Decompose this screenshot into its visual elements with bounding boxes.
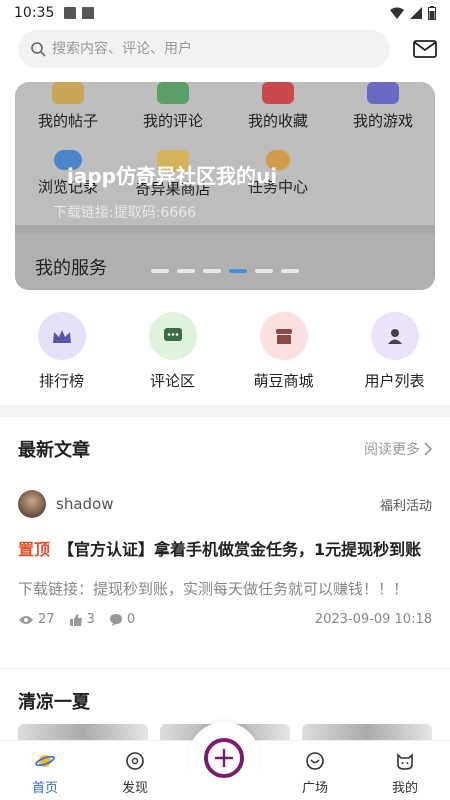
read-more-label: 阅读更多: [364, 442, 420, 458]
post-title[interactable]: 置顶 【官方认证】拿着手机做赏金任务，1元提现秒到账: [18, 536, 432, 560]
quick-label: 用户列表: [364, 372, 425, 390]
carousel-dot[interactable]: [151, 269, 169, 273]
banner-item-my-comments: 我的评论: [123, 82, 223, 131]
create-post-button[interactable]: [188, 722, 260, 794]
plus-icon: [204, 738, 244, 778]
banner-services-label: 我的服务: [35, 258, 107, 279]
summer-section-title: 清凉一夏: [18, 692, 90, 713]
banner-title: iapp仿奇异社区我的ui: [67, 164, 278, 188]
avatar[interactable]: [18, 490, 46, 518]
latest-articles-title: 最新文章: [18, 440, 90, 461]
eye-icon: [19, 615, 33, 624]
comments-stat[interactable]: 0: [109, 612, 135, 627]
search-box[interactable]: [18, 30, 390, 68]
banner-item-label: 我的收藏: [247, 112, 308, 130]
carousel-dot[interactable]: [203, 269, 221, 273]
banner-item-my-favorites: 我的收藏: [228, 82, 328, 131]
status-bar: 10:35: [0, 0, 450, 26]
compass-icon: [126, 752, 144, 770]
quick-item-rank[interactable]: 排行榜: [6, 312, 117, 391]
post-card[interactable]: shadow 福利活动 置顶 【官方认证】拿着手机做赏金任务，1元提现秒到账 下载…: [18, 490, 432, 627]
views-stat: 27: [18, 612, 55, 627]
comments-count: 0: [126, 612, 136, 627]
wifi-icon: [390, 7, 404, 19]
carousel-dot[interactable]: [177, 269, 195, 273]
font-icon: [82, 7, 95, 19]
tab-label: 首页: [31, 781, 58, 796]
tab-square[interactable]: 广场: [270, 741, 360, 800]
post-header: shadow 福利活动: [18, 490, 432, 518]
banner-item-my-posts: 我的帖子: [18, 82, 118, 131]
mail-icon: [413, 40, 437, 58]
shop-icon: [259, 312, 308, 360]
heart-icon: [262, 82, 294, 104]
banner-carousel[interactable]: 我的帖子 我的评论 我的收藏 我的游戏 浏览记录 奇异果商店 任务中心 iapp…: [15, 82, 435, 290]
section-divider: [0, 668, 450, 669]
section-divider: [0, 405, 450, 417]
quick-entries: 排行榜 评论区 萌豆商城 用户列表: [0, 312, 450, 391]
planet-icon: [35, 755, 55, 767]
quick-item-users[interactable]: 用户列表: [339, 312, 450, 391]
battery-icon: [428, 6, 436, 20]
comment-icon: [148, 312, 197, 360]
comments-icon: [157, 82, 189, 104]
image-icon: [64, 7, 77, 19]
views-count: 27: [38, 612, 55, 627]
quick-label: 萌豆商城: [253, 372, 314, 390]
quick-item-comments[interactable]: 评论区: [117, 312, 228, 391]
carousel-dot[interactable]: [255, 269, 273, 273]
post-date: 2023-09-09 10:18: [314, 612, 432, 627]
square-icon: [306, 752, 324, 770]
chevron-right-icon: [424, 442, 432, 456]
banner-item-label: 我的游戏: [352, 112, 413, 130]
carousel-dot[interactable]: [281, 269, 299, 273]
search-icon: [31, 42, 46, 57]
pinned-badge: 置顶: [18, 540, 51, 559]
signal-icon: [410, 7, 422, 19]
read-more-link[interactable]: 阅读更多: [364, 439, 432, 459]
crown-icon: [37, 312, 86, 360]
banner-item-label: 我的评论: [142, 112, 203, 130]
quick-item-shop[interactable]: 萌豆商城: [228, 312, 339, 391]
posts-icon: [52, 82, 84, 104]
search-row: [18, 30, 438, 68]
tab-label: 发现: [121, 781, 148, 796]
gamepad-icon: [367, 82, 399, 104]
post-excerpt: 下载链接：提现秒到账，实测每天做任务就可以赚钱！！！: [18, 580, 409, 598]
carousel-dots: [151, 269, 299, 273]
cat-icon: [397, 753, 413, 770]
mail-button[interactable]: [412, 38, 438, 60]
tab-label: 我的: [391, 781, 418, 796]
summer-section-header: 清凉一夏: [18, 688, 432, 714]
tab-label: 广场: [301, 781, 328, 796]
quick-label: 评论区: [149, 372, 195, 390]
carousel-dot-active[interactable]: [229, 269, 247, 273]
search-input[interactable]: [52, 41, 352, 57]
comment-bubble-icon: [109, 613, 122, 626]
latest-articles-header: 最新文章 阅读更多: [18, 436, 432, 462]
likes-count: 3: [86, 612, 95, 627]
likes-stat[interactable]: 3: [69, 612, 95, 627]
banner-item-label: 我的帖子: [37, 112, 98, 130]
post-category[interactable]: 福利活动: [380, 495, 432, 514]
status-time: 10:35: [14, 5, 55, 21]
post-author[interactable]: shadow: [56, 495, 113, 513]
banner-item-my-games: 我的游戏: [333, 82, 433, 131]
thumbs-up-icon: [69, 613, 82, 626]
quick-label: 排行榜: [38, 372, 84, 390]
banner-subtitle: 下载链接:提取码:6666: [53, 205, 197, 221]
tab-discover[interactable]: 发现: [90, 741, 180, 800]
tab-home[interactable]: 首页: [0, 741, 90, 800]
user-icon: [370, 312, 419, 360]
tab-mine[interactable]: 我的: [360, 741, 450, 800]
post-meta: 27 3 0 2023-09-09 10:18: [18, 612, 432, 627]
post-title-text: 【官方认证】拿着手机做赏金任务，1元提现秒到账: [58, 540, 422, 559]
